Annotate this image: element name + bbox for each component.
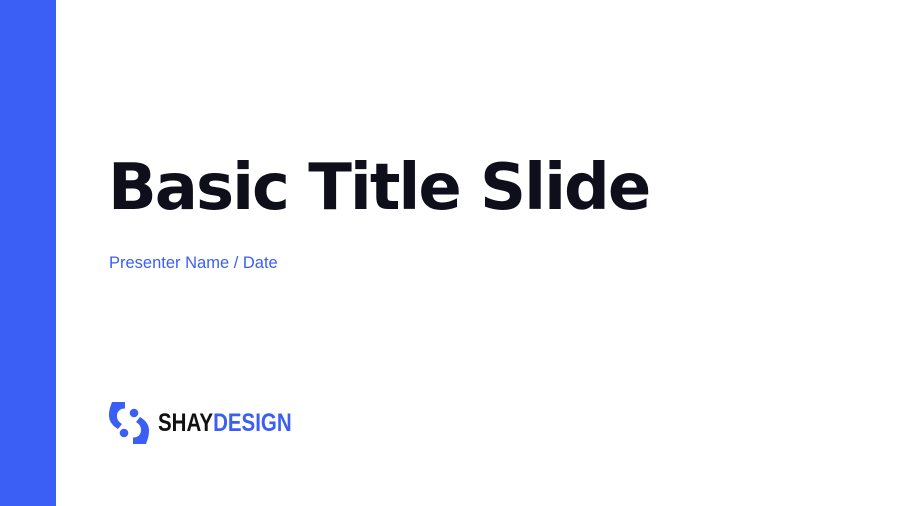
slide-title: Basic Title Slide bbox=[108, 151, 651, 225]
logo-word-design: DESIGN bbox=[213, 409, 292, 437]
presenter-date-subtitle: Presenter Name / Date bbox=[109, 254, 278, 272]
s-monogram-logo-icon bbox=[109, 402, 149, 444]
logo-word-shay: SHAY bbox=[158, 409, 214, 437]
title-slide: Basic Title Slide Presenter Name / Date … bbox=[0, 0, 900, 506]
accent-bar bbox=[0, 0, 56, 506]
logo-wordmark: SHAYDESIGN bbox=[158, 402, 292, 444]
shaydesign-logo: SHAYDESIGN bbox=[108, 402, 321, 444]
